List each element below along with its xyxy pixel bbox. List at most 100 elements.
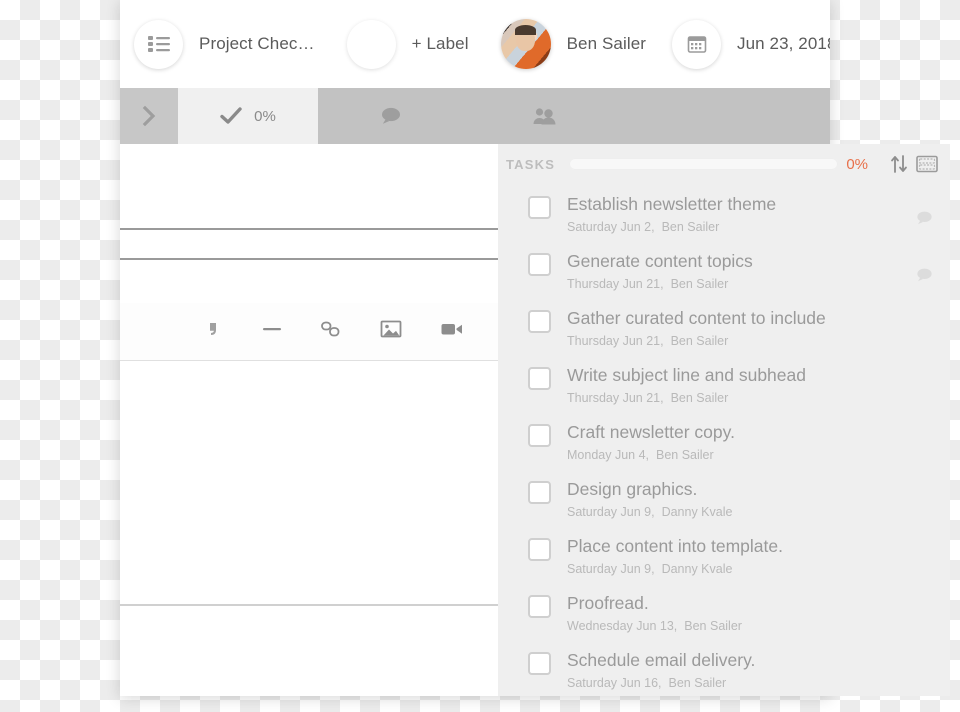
task-assignee: Ben Sailer xyxy=(670,334,729,348)
image-icon[interactable] xyxy=(380,319,402,344)
task-text: Write subject line and subhead Thursday J… xyxy=(567,365,915,405)
task-row[interactable]: Generate content topics Thursday Jun 21, B… xyxy=(498,245,950,302)
task-meta: Thursday Jun 21, Ben Sailer xyxy=(567,334,915,348)
label-color-circle[interactable] xyxy=(346,19,396,69)
task-row[interactable]: Place content into template. Saturday Jun… xyxy=(498,530,950,587)
task-due-date: Saturday Jun 2, xyxy=(567,220,655,234)
task-due-date: Thursday Jun 21, xyxy=(567,277,664,291)
task-text: Craft newsletter copy. Monday Jun 4, Ben S… xyxy=(567,422,915,462)
task-title: Generate content topics xyxy=(567,251,753,271)
task-title: Design graphics. xyxy=(567,479,698,499)
task-text: Gather curated content to include Thursda… xyxy=(567,308,915,348)
task-checkbox[interactable] xyxy=(528,196,551,219)
expand-panel-button[interactable] xyxy=(120,88,178,144)
keyboard-icon[interactable] xyxy=(916,154,938,174)
formatting-toolbar[interactable] xyxy=(120,303,498,361)
task-due-date: Saturday Jun 9, xyxy=(567,505,655,519)
due-date: Jun 23, 2018 … xyxy=(737,34,830,53)
task-title: Write subject line and subhead xyxy=(567,365,806,385)
tasks-progress-percent: 0% xyxy=(846,155,868,173)
description-divider-2 xyxy=(120,258,498,260)
task-assignee: Danny Kvale xyxy=(661,562,733,576)
tab-tasks-percent: 0% xyxy=(254,107,276,125)
video-icon[interactable] xyxy=(440,320,464,343)
task-due-date: Wednesday Jun 13, xyxy=(567,619,678,633)
sort-arrows-icon[interactable] xyxy=(890,154,908,174)
task-title: Place content into template. xyxy=(567,536,783,556)
horizontal-rule-icon[interactable] xyxy=(262,320,282,343)
tab-bar-spacer xyxy=(624,88,830,144)
card-header: Project Chec… + Label Ben Sailer Jun 23,… xyxy=(120,0,830,88)
tab-tasks[interactable]: 0% xyxy=(178,88,318,144)
task-assignee: Ben Sailer xyxy=(668,676,727,690)
description-panel xyxy=(120,88,498,696)
list-icon xyxy=(147,36,170,52)
task-row[interactable]: Establish newsletter theme Saturday Jun 2… xyxy=(498,188,950,245)
task-list[interactable]: Establish newsletter theme Saturday Jun 2… xyxy=(498,184,950,696)
task-checkbox[interactable] xyxy=(528,538,551,561)
task-text: Establish newsletter theme Saturday Jun 2… xyxy=(567,194,915,234)
comment-bubble-icon xyxy=(382,107,400,124)
task-due-date: Thursday Jun 21, xyxy=(567,334,664,348)
task-assignee: Ben Sailer xyxy=(661,220,720,234)
task-meta: Saturday Jun 2, Ben Sailer xyxy=(567,220,915,234)
task-due-date: Saturday Jun 9, xyxy=(567,562,655,576)
header-duedate-group[interactable]: Jun 23, 2018 … xyxy=(672,19,830,69)
task-text: Design graphics. Saturday Jun 9, Danny Kva… xyxy=(567,479,915,519)
task-checkbox[interactable] xyxy=(528,310,551,333)
task-checkbox[interactable] xyxy=(528,424,551,447)
task-meta: Saturday Jun 9, Danny Kvale xyxy=(567,562,915,576)
task-assignee: Ben Sailer xyxy=(656,448,714,462)
task-checkbox[interactable] xyxy=(528,595,551,618)
task-row[interactable]: Design graphics. Saturday Jun 9, Danny Kva… xyxy=(498,473,950,530)
task-checkbox[interactable] xyxy=(528,481,551,504)
tasks-label: TASKS xyxy=(506,156,556,172)
task-row[interactable]: Craft newsletter copy. Monday Jun 4, Ben S… xyxy=(498,416,950,473)
task-comment-icon[interactable] xyxy=(915,210,934,231)
calendar-icon-button[interactable] xyxy=(672,19,722,69)
task-text: Schedule email delivery. Saturday Jun 16,… xyxy=(567,650,915,690)
check-icon xyxy=(220,107,242,124)
task-title: Gather curated content to include xyxy=(567,308,826,328)
task-checkbox[interactable] xyxy=(528,652,551,675)
task-checkbox[interactable] xyxy=(528,253,551,276)
header-assignee-group[interactable]: Ben Sailer xyxy=(500,19,646,69)
task-meta: Saturday Jun 9, Danny Kvale xyxy=(567,505,915,519)
task-meta: Monday Jun 4, Ben Sailer xyxy=(567,448,915,462)
calendar-icon xyxy=(687,36,706,53)
task-meta: Saturday Jun 16, Ben Sailer xyxy=(567,676,915,690)
task-text: Generate content topics Thursday Jun 21, B… xyxy=(567,251,915,291)
chevron-right-icon xyxy=(142,105,156,127)
tab-comments[interactable] xyxy=(318,88,464,144)
link-icon[interactable] xyxy=(320,320,342,343)
people-icon xyxy=(533,108,556,125)
description-body[interactable] xyxy=(120,362,498,606)
task-assignee: Ben Sailer xyxy=(670,277,729,291)
task-comment-icon[interactable] xyxy=(915,267,934,288)
tasks-subheader: TASKS 0% xyxy=(498,144,950,184)
task-meta: Thursday Jun 21, Ben Sailer xyxy=(567,391,915,405)
avatar[interactable] xyxy=(500,19,551,69)
header-list-group[interactable]: Project Chec… xyxy=(134,19,315,69)
task-title: Proofread. xyxy=(567,593,649,613)
task-row[interactable]: Write subject line and subhead Thursday J… xyxy=(498,359,950,416)
task-text: Place content into template. Saturday Jun… xyxy=(567,536,915,576)
tab-people[interactable] xyxy=(464,88,624,144)
task-row[interactable]: Gather curated content to include Thursda… xyxy=(498,302,950,359)
task-checkbox[interactable] xyxy=(528,367,551,390)
task-assignee: Ben Sailer xyxy=(684,619,742,633)
header-label-group[interactable]: + Label xyxy=(346,19,469,69)
task-assignee: Ben Sailer xyxy=(670,391,729,405)
description-footer xyxy=(120,608,498,696)
add-label-button[interactable]: + Label xyxy=(412,34,469,54)
task-row[interactable]: Proofread. Wednesday Jun 13, Ben Sailer xyxy=(498,587,950,644)
task-meta: Thursday Jun 21, Ben Sailer xyxy=(567,277,915,291)
task-row[interactable]: Schedule email delivery. Saturday Jun 16,… xyxy=(498,644,950,696)
task-title: Schedule email delivery. xyxy=(567,650,756,670)
list-icon-button[interactable] xyxy=(134,19,183,69)
task-title: Establish newsletter theme xyxy=(567,194,777,214)
task-text: Proofread. Wednesday Jun 13, Ben Sailer xyxy=(567,593,915,633)
quote-icon[interactable] xyxy=(208,320,224,343)
task-title: Craft newsletter copy. xyxy=(567,422,735,442)
task-detail-card: Project Chec… + Label Ben Sailer Jun 23,… xyxy=(120,0,950,696)
